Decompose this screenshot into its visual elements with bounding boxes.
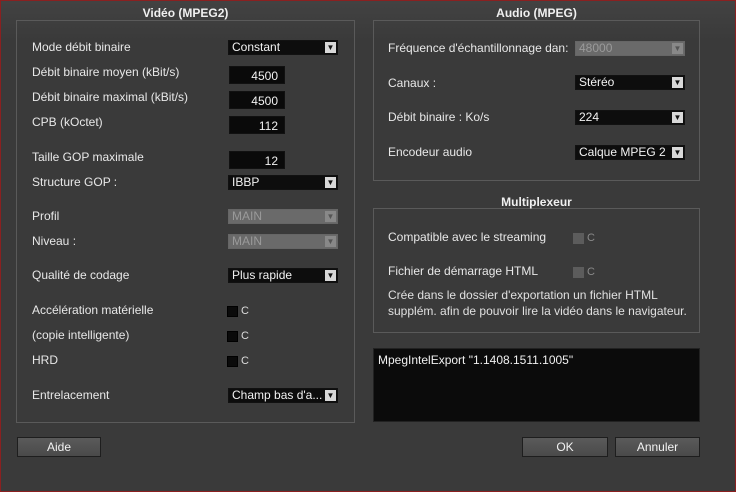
avg-bitrate-input[interactable]: 4500 xyxy=(229,66,285,84)
export-settings-dialog: Vidéo (MPEG2) Mode débit binaire Constan… xyxy=(0,0,736,492)
cpb-label: CPB (kOctet) xyxy=(32,115,103,129)
hrd-checkbox[interactable] xyxy=(227,356,238,367)
chevron-down-icon: ▼ xyxy=(325,270,336,281)
hw-accel-check-caption: C xyxy=(241,305,249,317)
audio-bitrate-label: Débit binaire : Ko/s xyxy=(388,110,490,124)
audio-encoder-dropdown[interactable]: Calque MPEG 2 ▼ xyxy=(575,145,685,160)
profile-value: MAIN xyxy=(232,209,262,223)
gop-size-input[interactable]: 12 xyxy=(229,151,285,169)
gop-size-label: Taille GOP maximale xyxy=(32,150,144,164)
streaming-label: Compatible avec le streaming xyxy=(388,230,547,244)
bitrate-mode-dropdown[interactable]: Constant ▼ xyxy=(228,40,338,55)
chevron-down-icon: ▼ xyxy=(672,112,683,123)
bitrate-mode-label: Mode débit binaire xyxy=(32,40,131,54)
chevron-down-icon: ▼ xyxy=(325,390,336,401)
video-group-title: Vidéo (MPEG2) xyxy=(142,6,229,20)
audio-bitrate-dropdown[interactable]: 224 ▼ xyxy=(575,110,685,125)
streaming-check-caption: C xyxy=(587,232,595,244)
gop-structure-value: IBBP xyxy=(232,175,260,189)
smart-copy-label: (copie intelligente) xyxy=(32,328,130,342)
profile-dropdown[interactable]: MAIN ▼ xyxy=(228,209,338,224)
audio-encoder-value: Calque MPEG 2 xyxy=(579,145,666,159)
smart-copy-check-caption: C xyxy=(241,330,249,342)
sample-rate-dropdown[interactable]: 48000 ▼ xyxy=(575,41,685,56)
bitrate-mode-value: Constant xyxy=(232,40,281,54)
avg-bitrate-label: Débit binaire moyen (kBit/s) xyxy=(32,65,180,79)
interlace-dropdown[interactable]: Champ bas d'a... ▼ xyxy=(228,388,338,403)
hrd-label: HRD xyxy=(32,353,58,367)
interlace-value: Champ bas d'a... xyxy=(232,388,323,402)
level-dropdown[interactable]: MAIN ▼ xyxy=(228,234,338,249)
html-info-text: Crée dans le dossier d'exportation un fi… xyxy=(388,287,687,319)
chevron-down-icon: ▼ xyxy=(325,177,336,188)
streaming-checkbox[interactable] xyxy=(573,233,584,244)
html-info-line-2: supplém. afin de pouvoir lire la vidéo d… xyxy=(388,304,687,318)
profile-label: Profil xyxy=(32,209,60,223)
max-bitrate-label: Débit binaire maximal (kBit/s) xyxy=(32,90,189,104)
hrd-check-caption: C xyxy=(241,355,249,367)
chevron-down-icon: ▼ xyxy=(325,211,336,222)
audio-group-title: Audio (MPEG) xyxy=(496,6,577,20)
cpb-input[interactable]: 112 xyxy=(229,116,285,134)
chevron-down-icon: ▼ xyxy=(325,236,336,247)
help-button[interactable]: Aide xyxy=(17,437,101,457)
chevron-down-icon: ▼ xyxy=(672,77,683,88)
max-bitrate-input[interactable]: 4500 xyxy=(229,91,285,109)
chevron-down-icon: ▼ xyxy=(325,42,336,53)
ok-button[interactable]: OK xyxy=(522,437,608,457)
gop-structure-label: Structure GOP : xyxy=(32,175,118,189)
audio-bitrate-value: 224 xyxy=(579,110,600,124)
html-start-label: Fichier de démarrage HTML xyxy=(388,264,539,278)
level-value: MAIN xyxy=(232,234,262,248)
smart-copy-checkbox[interactable] xyxy=(227,331,238,342)
interlace-label: Entrelacement xyxy=(32,388,110,402)
gop-structure-dropdown[interactable]: IBBP ▼ xyxy=(228,175,338,190)
cancel-button[interactable]: Annuler xyxy=(615,437,700,457)
sample-rate-value: 48000 xyxy=(579,41,613,55)
channels-value: Stéréo xyxy=(579,75,615,89)
hw-accel-checkbox[interactable] xyxy=(227,306,238,317)
multiplexer-group-title: Multiplexeur xyxy=(501,195,572,209)
chevron-down-icon: ▼ xyxy=(672,147,683,158)
audio-encoder-label: Encodeur audio xyxy=(388,145,473,159)
quality-label: Qualité de codage xyxy=(32,268,130,282)
hw-accel-label: Accélération matérielle xyxy=(32,303,154,317)
quality-value: Plus rapide xyxy=(232,268,293,282)
quality-dropdown[interactable]: Plus rapide ▼ xyxy=(228,268,338,283)
html-info-line-1: Crée dans le dossier d'exportation un fi… xyxy=(388,288,658,302)
channels-label: Canaux : xyxy=(388,76,437,90)
channels-dropdown[interactable]: Stéréo ▼ xyxy=(575,75,685,90)
sample-rate-label: Fréquence d'échantillonnage dan: xyxy=(388,41,569,55)
encoder-version-log: MpegIntelExport "1.1408.1511.1005" xyxy=(373,348,700,422)
html-start-check-caption: C xyxy=(587,266,595,278)
chevron-down-icon: ▼ xyxy=(672,43,683,54)
level-label: Niveau : xyxy=(32,234,77,248)
html-start-checkbox[interactable] xyxy=(573,267,584,278)
